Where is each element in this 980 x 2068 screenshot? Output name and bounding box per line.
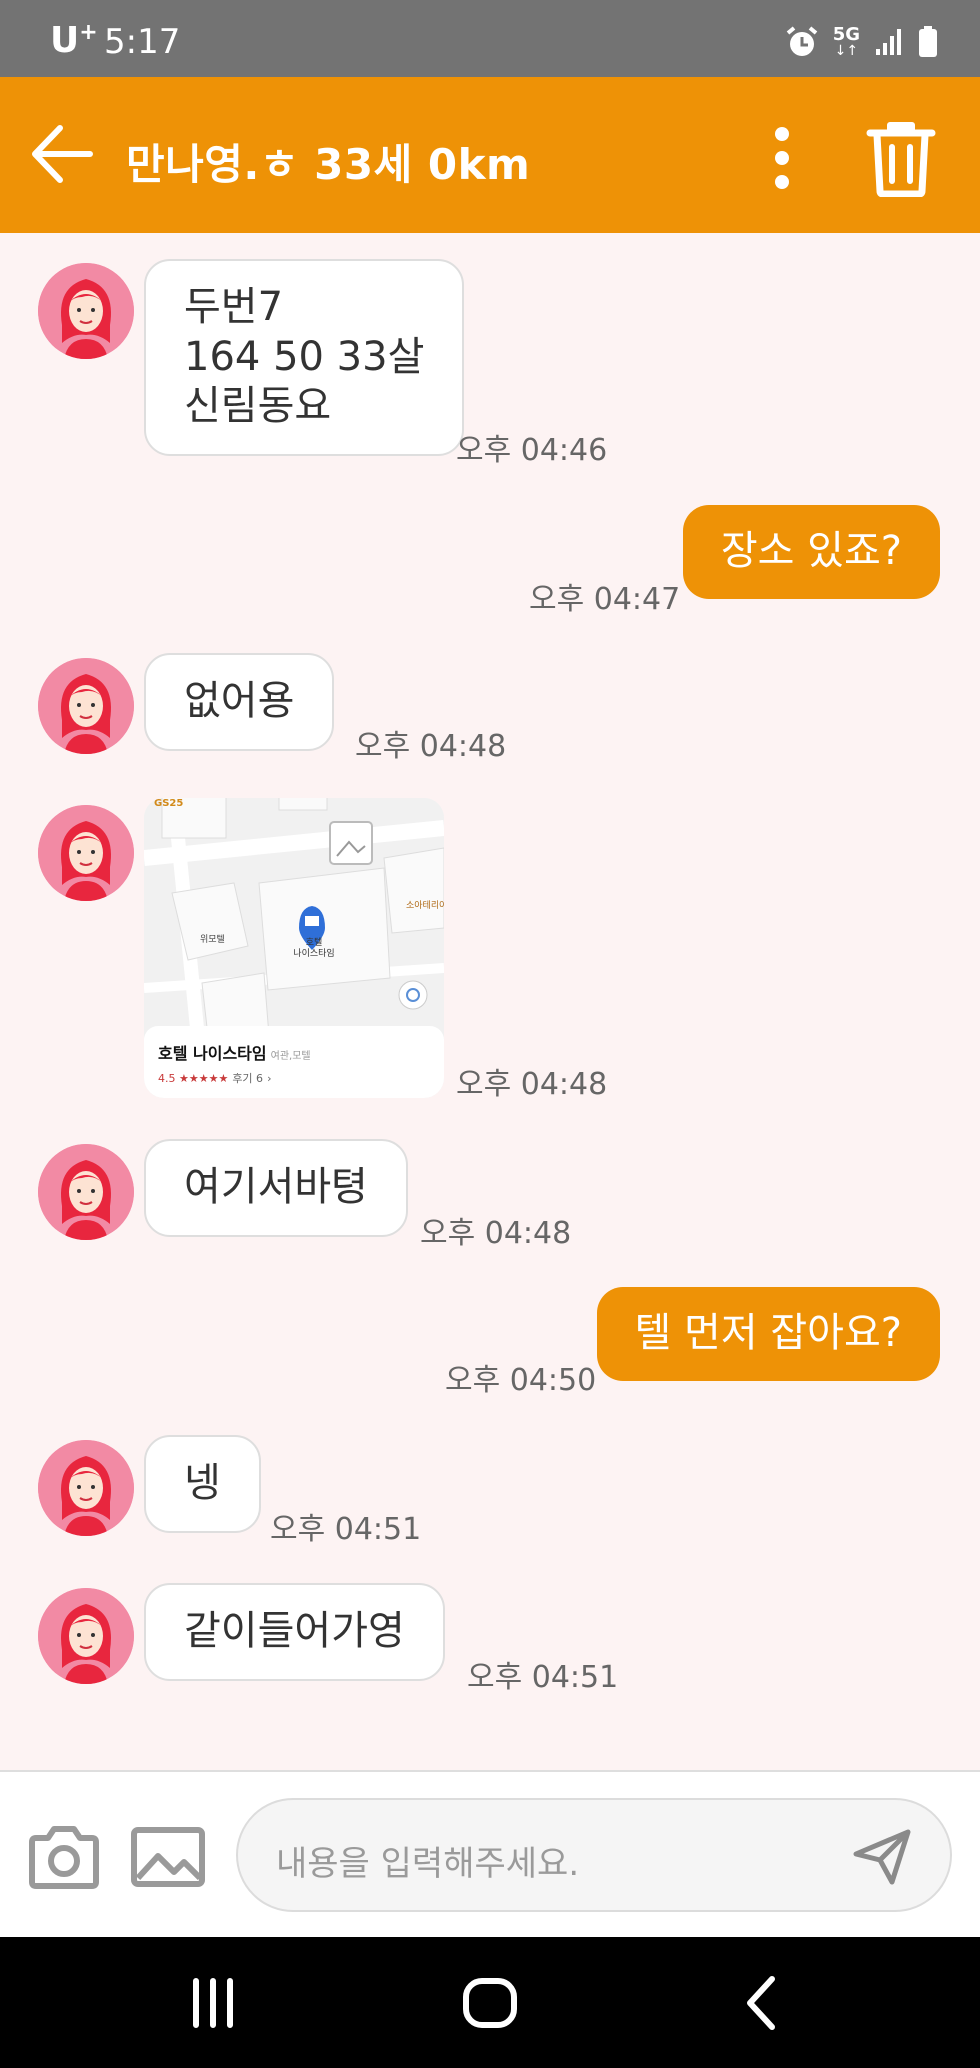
- map-poi-gs: GS25: [154, 798, 184, 809]
- message-bubble-incoming[interactable]: 없어용: [144, 653, 335, 751]
- gallery-icon[interactable]: [130, 1824, 206, 1890]
- home-icon[interactable]: [460, 1973, 520, 2033]
- rating-stars: ★★★★★: [179, 1072, 229, 1085]
- back-arrow-icon[interactable]: [30, 119, 94, 189]
- message-bubble-incoming[interactable]: 같이들어가영: [144, 1583, 445, 1681]
- chat-title: 만나영.ㅎ 33세 0km: [126, 140, 531, 189]
- signal-icon: [876, 29, 901, 55]
- message-time: 오후 04:46: [456, 433, 608, 468]
- message-time: 오후 04:51: [270, 1512, 422, 1547]
- avatar[interactable]: [38, 1588, 134, 1684]
- message-input-bar: 내용을 입력해주세요.: [0, 1770, 980, 1937]
- chevron-right-icon: ›: [267, 1072, 272, 1085]
- map-place-name: 호텔 나이스타임: [158, 1044, 267, 1063]
- carrier-label: U+: [50, 20, 98, 61]
- message-time: 오후 04:48: [456, 1067, 608, 1102]
- message-time: 오후 04:48: [355, 729, 507, 764]
- avatar[interactable]: [38, 1144, 134, 1240]
- message-input[interactable]: 내용을 입력해주세요.: [236, 1798, 952, 1912]
- map-rating: 4.5: [158, 1072, 176, 1085]
- map-poi-left: 위모텔: [200, 935, 225, 945]
- camera-icon[interactable]: [26, 1824, 102, 1890]
- message-bubble-incoming[interactable]: 여기서바텽: [144, 1139, 408, 1237]
- message-time: 오후 04:48: [420, 1216, 572, 1251]
- female-avatar-icon: [38, 1144, 134, 1240]
- map-place-info[interactable]: 호텔 나이스타임 여관,모텔 4.5 ★★★★★ 후기 6 ›: [144, 1026, 444, 1098]
- send-icon[interactable]: [852, 1828, 912, 1886]
- battery-icon: [919, 26, 937, 57]
- message-bubble-outgoing[interactable]: 장소 있죠?: [682, 505, 940, 599]
- message-input-placeholder: 내용을 입력해주세요.: [276, 1844, 580, 1884]
- avatar[interactable]: [38, 658, 134, 754]
- app-bar: 만나영.ㅎ 33세 0km: [0, 77, 980, 233]
- network-5g-icon: 5G ↓↑: [832, 24, 860, 59]
- nav-back-icon[interactable]: [742, 1973, 778, 2033]
- message-bubble-outgoing[interactable]: 텔 먼저 잡아요?: [596, 1287, 940, 1381]
- map-poi-right: 소아테리아: [406, 901, 444, 911]
- avatar[interactable]: [38, 805, 134, 901]
- more-vert-icon[interactable]: [762, 125, 802, 191]
- status-icons: 5G ↓↑: [785, 22, 938, 62]
- map-place-category: 여관,모텔: [270, 1051, 311, 1062]
- trash-icon[interactable]: [866, 117, 936, 197]
- female-avatar-icon: [38, 805, 134, 901]
- avatar[interactable]: [38, 1440, 134, 1536]
- map-preview-card[interactable]: GS25 위모텔 소아테리아 호텔 나이스타임 호텔 나이스타임 여관,모텔 4.…: [144, 798, 444, 1098]
- message-bubble-incoming[interactable]: 두번7 164 50 33살 신림동요: [144, 259, 465, 456]
- avatar[interactable]: [38, 263, 134, 359]
- message-time: 오후 04:51: [467, 1660, 619, 1695]
- alarm-icon: [786, 26, 817, 56]
- status-time: 5:17: [104, 22, 181, 62]
- system-nav-bar: [0, 1937, 980, 2068]
- message-time: 오후 04:47: [529, 582, 681, 617]
- female-avatar-icon: [38, 263, 134, 359]
- message-bubble-incoming[interactable]: 넹: [144, 1435, 261, 1533]
- female-avatar-icon: [38, 1588, 134, 1684]
- recent-apps-icon[interactable]: [188, 1973, 238, 2033]
- female-avatar-icon: [38, 658, 134, 754]
- message-time: 오후 04:50: [445, 1363, 597, 1398]
- map-pin-label: 호텔 나이스타임: [293, 938, 335, 959]
- female-avatar-icon: [38, 1440, 134, 1536]
- map-review-count: 후기 6: [232, 1072, 264, 1085]
- status-bar: U+ 5:17 5G ↓↑: [0, 0, 980, 77]
- chat-area[interactable]: 두번7 164 50 33살 신림동요 오후 04:46 장소 있죠? 오후 0…: [0, 233, 980, 1770]
